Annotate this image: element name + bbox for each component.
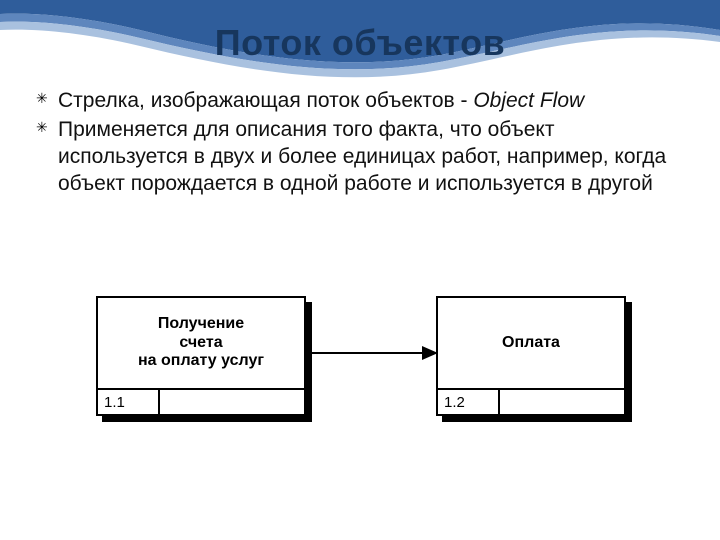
bullet-emphasis: Object Flow	[473, 89, 584, 112]
bullet-item: Стрелка, изображающая поток объектов - O…	[36, 88, 690, 115]
object-flow-arrow	[308, 352, 424, 354]
activity-box-left-number: 1.1	[98, 390, 160, 414]
bullet-text: Применяется для описания того факта, что…	[58, 118, 666, 195]
activity-box-right: Оплата 1.2	[436, 296, 626, 416]
slide: Поток объектов Стрелка, изображающая пот…	[0, 0, 720, 540]
activity-box-right-label: Оплата	[438, 298, 624, 388]
bullet-text: Стрелка, изображающая поток объектов -	[58, 89, 473, 112]
arrow-head-icon	[422, 346, 438, 360]
object-flow-diagram: Получение счета на оплату услуг 1.1 Опла…	[96, 296, 636, 466]
body-text: Стрелка, изображающая поток объектов - O…	[36, 88, 690, 200]
slide-title: Поток объектов	[0, 22, 720, 64]
bullet-item: Применяется для описания того факта, что…	[36, 117, 690, 198]
activity-box-left-label: Получение счета на оплату услуг	[98, 298, 304, 388]
activity-box-right-number: 1.2	[438, 390, 500, 414]
activity-box-left: Получение счета на оплату услуг 1.1	[96, 296, 306, 416]
